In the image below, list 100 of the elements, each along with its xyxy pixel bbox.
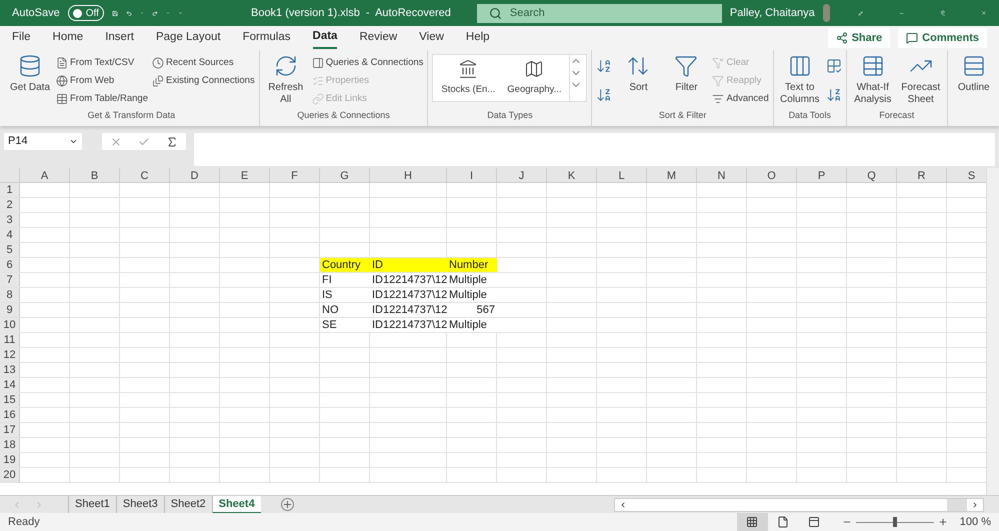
horizontal-scrollbar[interactable] bbox=[614, 498, 984, 512]
column-header[interactable]: K bbox=[547, 168, 597, 182]
row-header[interactable]: 9 bbox=[0, 303, 20, 317]
row-header[interactable]: 17 bbox=[0, 423, 20, 437]
ribbon-button[interactable]: Advanced bbox=[712, 90, 769, 108]
share-button[interactable]: Share bbox=[828, 28, 890, 48]
column-header[interactable]: D bbox=[170, 168, 220, 182]
ribbon-button[interactable]: Filter bbox=[664, 50, 708, 108]
column-header[interactable]: P bbox=[797, 168, 847, 182]
table-cell-text: Multiple bbox=[448, 318, 488, 332]
page-icon bbox=[777, 516, 790, 528]
vertical-scrollbar[interactable] bbox=[986, 168, 999, 495]
ribbon-tab[interactable]: Insert bbox=[105, 27, 134, 49]
ribbon-button[interactable]: What-If Analysis bbox=[850, 50, 895, 108]
row-header[interactable]: 10 bbox=[0, 318, 20, 332]
row-header[interactable]: 15 bbox=[0, 393, 20, 407]
ribbon-button[interactable]: Forecast Sheet bbox=[898, 50, 943, 108]
table-cell-text: NO bbox=[321, 303, 340, 317]
ribbon-button[interactable]: From Web bbox=[56, 72, 148, 90]
filter-clear-icon bbox=[712, 57, 724, 69]
gallery-item[interactable]: Stocks (En... bbox=[437, 55, 500, 101]
ribbon-tab[interactable]: Home bbox=[52, 27, 84, 49]
column-header[interactable]: I bbox=[447, 168, 497, 182]
sheet-tab[interactable]: Sheet4 bbox=[212, 496, 261, 514]
ribbon-button[interactable]: Refresh All bbox=[264, 50, 308, 108]
sort-descending-icon[interactable] bbox=[826, 87, 842, 104]
ribbon-tab[interactable]: Data bbox=[312, 27, 338, 49]
view-button[interactable] bbox=[736, 513, 768, 531]
row-header[interactable]: 5 bbox=[0, 243, 20, 257]
row-header[interactable]: 4 bbox=[0, 228, 20, 242]
row-header[interactable]: 18 bbox=[0, 438, 20, 452]
scroll-thumb[interactable] bbox=[946, 498, 967, 510]
column-header[interactable]: J bbox=[497, 168, 547, 182]
ribbon-tab[interactable]: Help bbox=[466, 27, 490, 49]
name-box[interactable]: P14 bbox=[4, 133, 82, 150]
row-header[interactable]: 14 bbox=[0, 378, 20, 392]
zoom-in-icon[interactable] bbox=[938, 517, 948, 527]
ribbon-button[interactable]: From Text/CSV bbox=[56, 54, 148, 72]
column-header[interactable]: B bbox=[70, 168, 120, 182]
ribbon-tab[interactable]: File bbox=[12, 27, 31, 49]
ribbon-tab[interactable]: Formulas bbox=[242, 27, 291, 49]
enter-icon[interactable] bbox=[138, 136, 150, 148]
grid-icon bbox=[746, 516, 758, 528]
column-header[interactable]: N bbox=[697, 168, 747, 182]
column-header[interactable]: O bbox=[747, 168, 797, 182]
ribbon-button[interactable]: Sort bbox=[616, 50, 660, 108]
group-label: Data Types bbox=[486, 108, 534, 122]
table-cell-text: ID12214737\12 bbox=[371, 288, 447, 302]
column-header[interactable]: R bbox=[897, 168, 947, 182]
ribbon-button[interactable]: Text to Columns bbox=[778, 50, 822, 108]
sort-ascending-icon[interactable] bbox=[596, 58, 612, 74]
table-cell: Number bbox=[447, 258, 497, 272]
column-header[interactable]: F bbox=[270, 168, 320, 182]
column-header[interactable]: A bbox=[20, 168, 70, 182]
row-header[interactable]: 7 bbox=[0, 273, 20, 287]
function-icon[interactable] bbox=[166, 136, 178, 148]
row-header[interactable]: 13 bbox=[0, 363, 20, 377]
ribbon-button[interactable]: Get Data bbox=[8, 50, 52, 108]
row-header[interactable]: 19 bbox=[0, 453, 20, 467]
column-header[interactable]: H bbox=[370, 168, 447, 182]
table-cell-text: SE bbox=[321, 318, 338, 332]
gallery-item[interactable]: Geography... bbox=[503, 55, 566, 101]
column-header[interactable]: E bbox=[220, 168, 270, 182]
link-icon bbox=[312, 93, 324, 105]
comments-button[interactable]: Comments bbox=[898, 28, 987, 48]
row-header[interactable]: 3 bbox=[0, 213, 20, 227]
group-label: Sort & Filter bbox=[658, 108, 708, 122]
search-input[interactable]: Search bbox=[510, 4, 710, 22]
ribbon-button[interactable]: Queries & Connections bbox=[312, 54, 424, 72]
ribbon-tab[interactable]: Page Layout bbox=[156, 27, 221, 49]
column-header[interactable]: G bbox=[320, 168, 370, 182]
row-header[interactable]: 12 bbox=[0, 348, 20, 362]
ribbon-tab[interactable]: Review bbox=[359, 27, 398, 49]
column-header[interactable]: L bbox=[597, 168, 647, 182]
group-label: Get & Transform Data bbox=[86, 108, 176, 122]
row-header[interactable]: 20 bbox=[0, 468, 20, 482]
ribbon-tab[interactable]: View bbox=[419, 27, 444, 49]
outline-icon bbox=[962, 54, 986, 78]
column-header[interactable]: Q bbox=[847, 168, 897, 182]
row-header[interactable]: 6 bbox=[0, 258, 20, 272]
table-cell-text: FI bbox=[321, 273, 333, 287]
ribbon-button[interactable]: Existing Connections bbox=[152, 72, 255, 90]
add-sheet-icon[interactable] bbox=[280, 498, 294, 511]
ribbon-button[interactable]: From Table/Range bbox=[56, 90, 148, 108]
search-field[interactable]: Search bbox=[476, 4, 722, 22]
sort-descending-icon[interactable] bbox=[596, 87, 612, 104]
row-header[interactable]: 16 bbox=[0, 408, 20, 422]
column-header[interactable]: C bbox=[120, 168, 170, 182]
row-header[interactable]: 2 bbox=[0, 198, 20, 212]
ribbon-button[interactable]: Outline bbox=[952, 50, 996, 110]
slider-thumb[interactable] bbox=[892, 517, 897, 527]
column-header[interactable]: M bbox=[647, 168, 697, 182]
table-icon bbox=[56, 93, 68, 105]
cancel-icon[interactable] bbox=[110, 136, 122, 148]
ribbon-button[interactable]: Recent Sources bbox=[152, 54, 255, 72]
table-cell-text: Multiple bbox=[448, 288, 488, 302]
row-header[interactable]: 11 bbox=[0, 333, 20, 347]
autosave-toggle[interactable]: Off bbox=[68, 5, 104, 21]
row-header[interactable]: 8 bbox=[0, 288, 20, 302]
row-header[interactable]: 1 bbox=[0, 183, 20, 197]
